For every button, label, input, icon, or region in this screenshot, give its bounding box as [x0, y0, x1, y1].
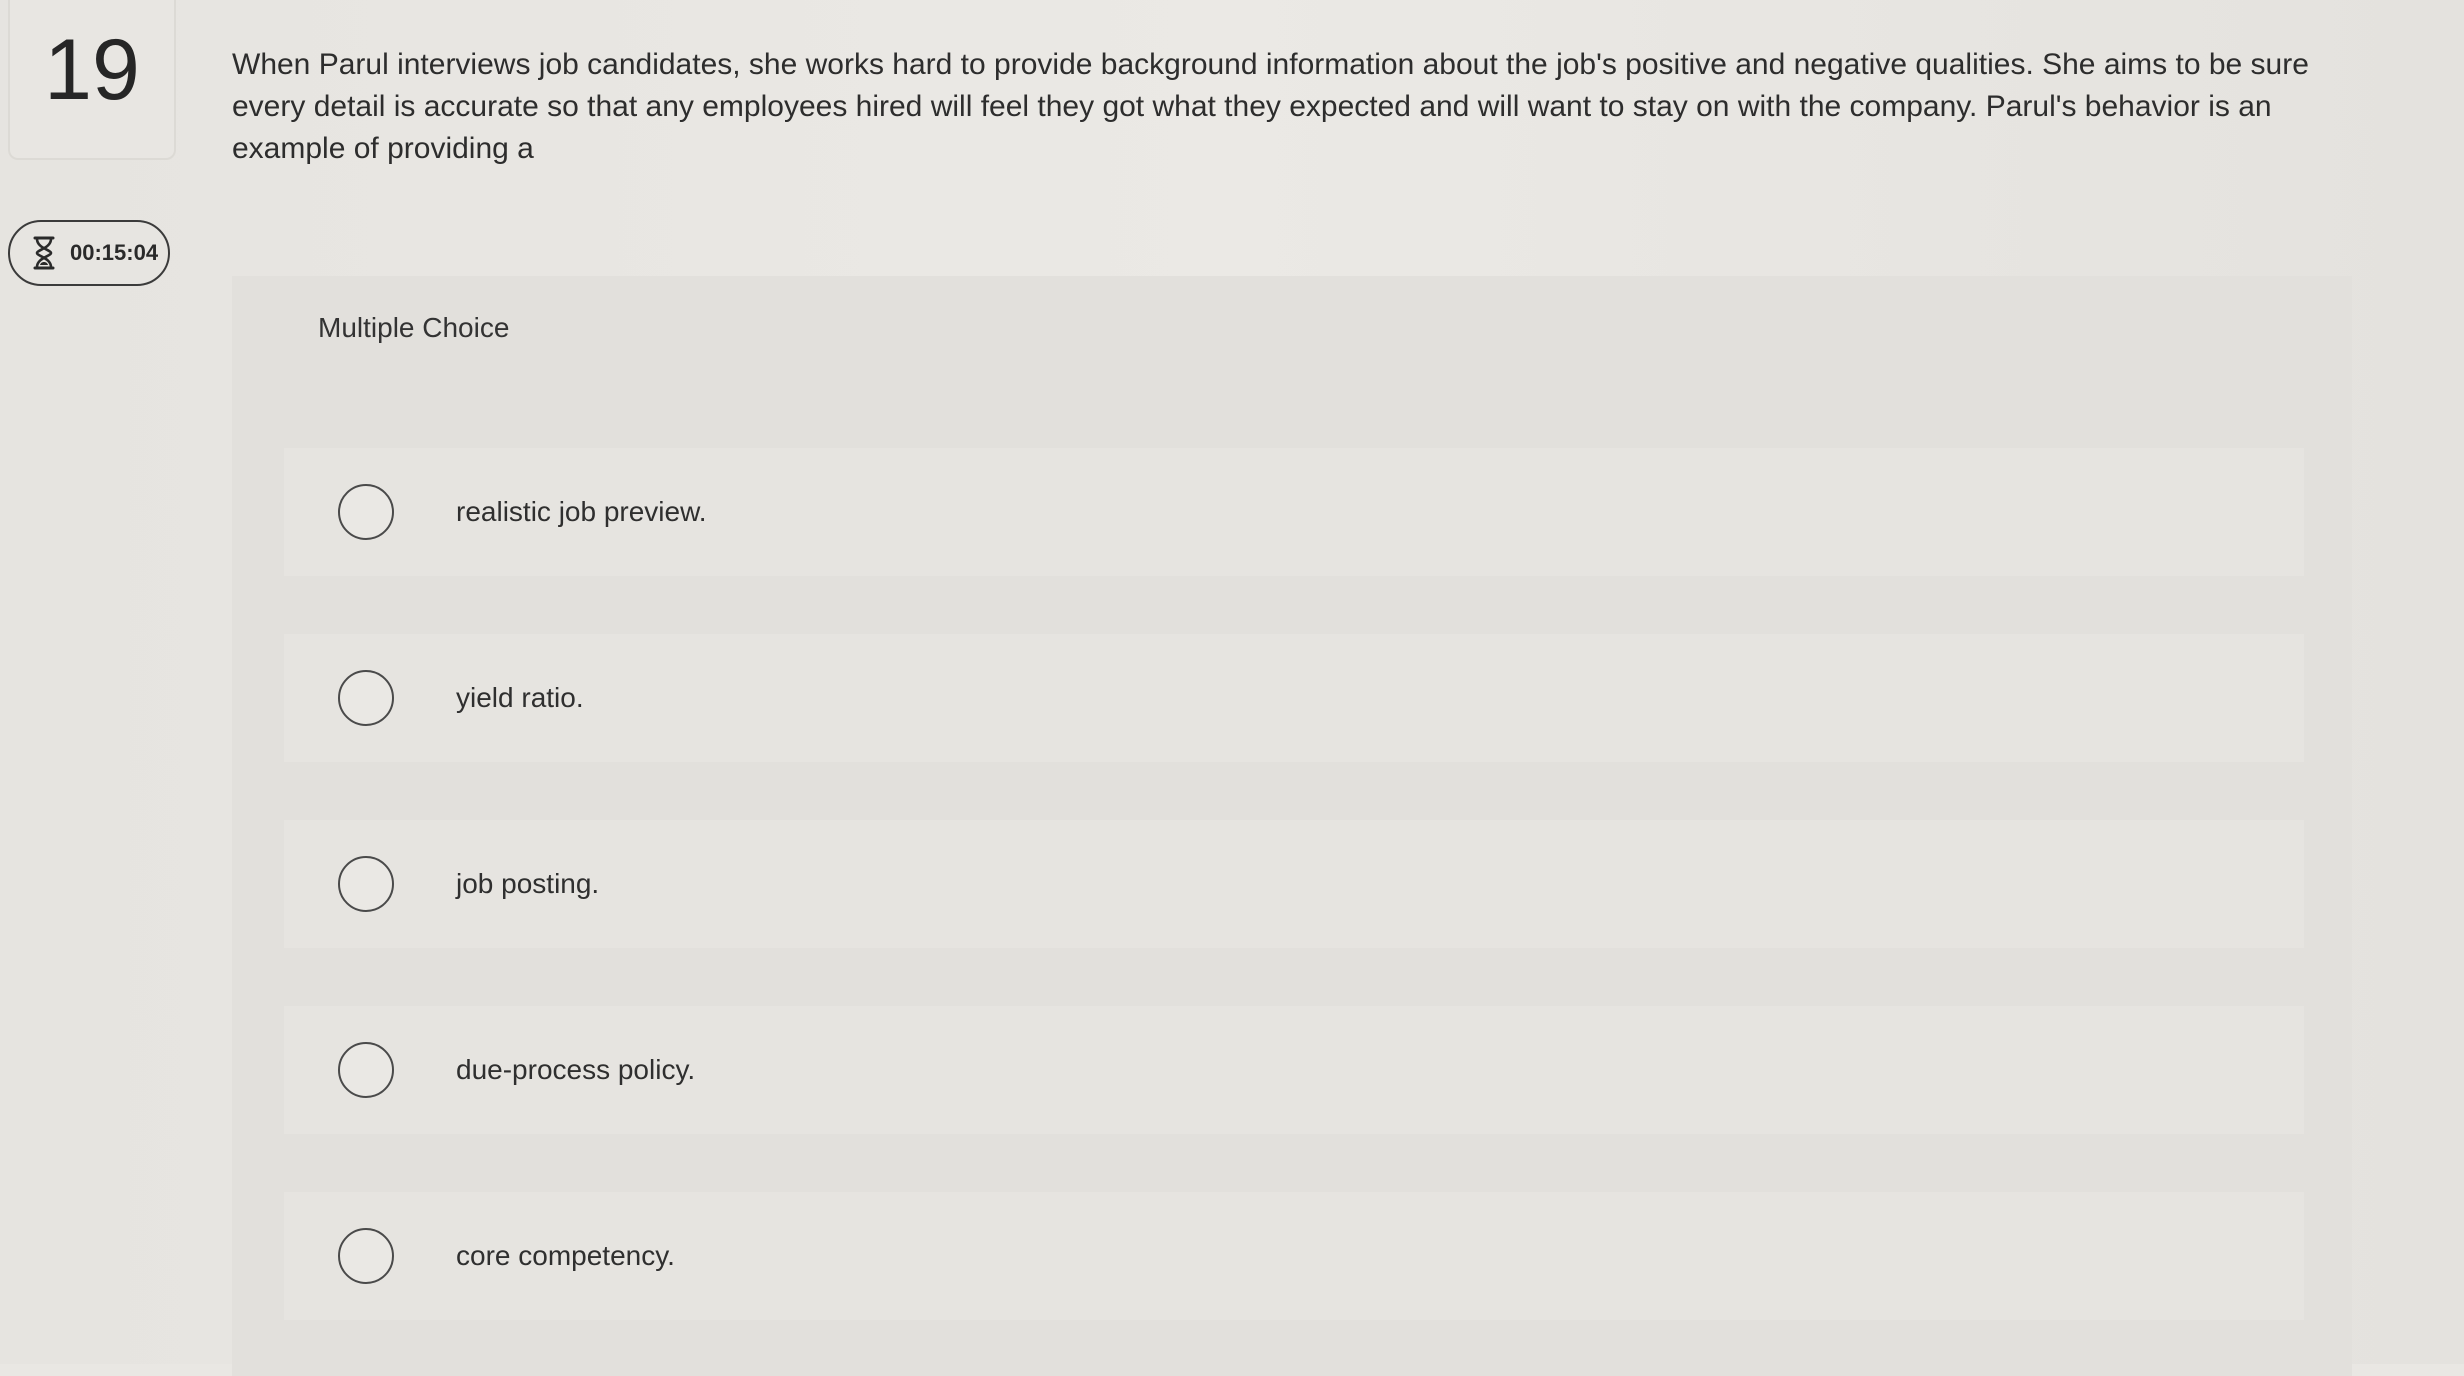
answer-option-1[interactable]: realistic job preview. [284, 448, 2304, 576]
timer-value: 00:15:04 [70, 240, 159, 265]
answer-option-label: due-process policy. [456, 1054, 696, 1085]
hourglass-icon [32, 236, 56, 270]
radio-button[interactable] [338, 670, 394, 726]
radio-button[interactable] [338, 856, 394, 912]
answer-option-2[interactable]: yield ratio. [284, 634, 2304, 762]
answer-option-4[interactable]: due-process policy. [284, 1006, 2304, 1134]
answer-option-label: core competency. [456, 1240, 675, 1271]
timer-badge[interactable]: 00:15:04 [8, 220, 170, 286]
answer-option-label: yield ratio. [456, 682, 584, 713]
question-prompt: When Parul interviews job candidates, sh… [232, 48, 2309, 165]
radio-button[interactable] [338, 1042, 394, 1098]
question-type-label: Multiple Choice [318, 312, 510, 343]
answer-option-label: job posting. [456, 868, 600, 899]
radio-button[interactable] [338, 484, 394, 540]
question-number: 19 [44, 22, 140, 118]
radio-button[interactable] [338, 1228, 394, 1284]
answer-option-5[interactable]: core competency. [284, 1192, 2304, 1320]
answer-option-3[interactable]: job posting. [284, 820, 2304, 948]
question-number-box: 19 [8, 0, 176, 160]
answer-option-label: realistic job preview. [456, 496, 707, 527]
